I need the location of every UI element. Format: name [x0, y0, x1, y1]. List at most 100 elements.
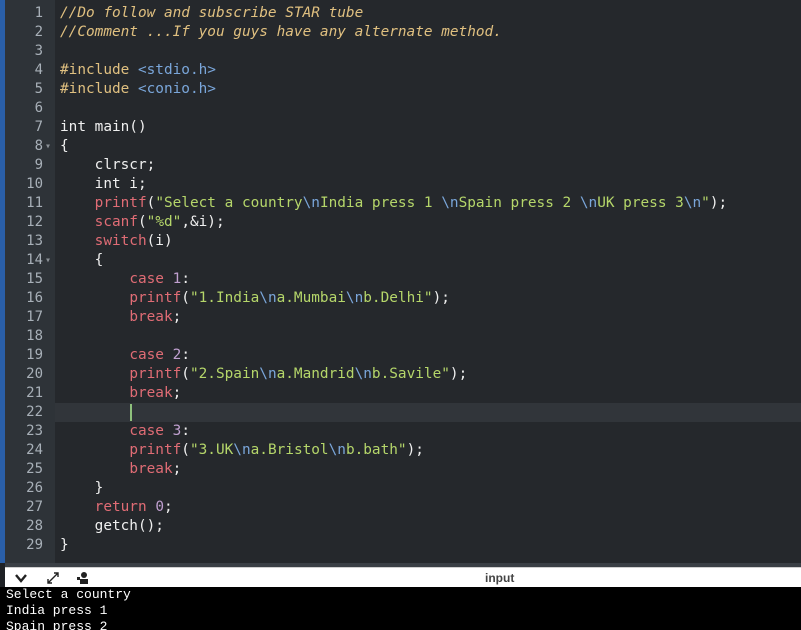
code-token: b.Savile" [371, 366, 450, 382]
code-token: break [129, 461, 173, 477]
code-token: printf [129, 442, 182, 458]
code-token: #include [60, 81, 138, 97]
line-number: 15 [26, 271, 43, 287]
io-panel-header: input [5, 567, 801, 588]
code-token: b.bath" [345, 442, 407, 458]
code-token: clrscr; [60, 157, 156, 173]
code-token: "Select a country [155, 195, 303, 211]
code-line: { [60, 251, 104, 270]
code-token: printf [129, 290, 182, 306]
code-token: \n [683, 195, 702, 211]
code-token: India press 1 [319, 195, 442, 211]
code-token: ,&i); [181, 214, 225, 230]
code-token: scanf [94, 214, 138, 230]
line-number: 2 [34, 24, 43, 40]
code-token: Spain press 2 [458, 195, 580, 211]
active-line-highlight [55, 403, 801, 422]
chevron-down-icon[interactable] [11, 569, 31, 587]
line-number: 7 [34, 119, 43, 135]
text-cursor [130, 404, 132, 421]
code-token: \n [233, 442, 251, 458]
expand-icon[interactable] [43, 569, 63, 587]
line-number: 5 [34, 81, 43, 97]
code-line: break; [60, 460, 181, 479]
line-number: 13 [26, 233, 43, 249]
code-token: "2.Spain [189, 366, 260, 382]
line-number: 22 [26, 404, 43, 420]
code-token: ); [709, 195, 728, 211]
code-line: printf("3.UK\na.Bristol\nb.bath"); [60, 441, 424, 460]
line-number: 26 [26, 480, 43, 496]
code-token: ); [432, 290, 450, 306]
code-token: ; [172, 385, 182, 401]
person-icon[interactable] [73, 569, 93, 587]
code-token: UK press 3 [597, 195, 684, 211]
code-token: \n [302, 195, 320, 211]
line-number: 21 [26, 385, 43, 401]
code-token: <conio.h> [137, 81, 216, 97]
code-token: printf [94, 195, 147, 211]
code-token: \n [345, 290, 364, 306]
code-token: : [181, 271, 190, 287]
code-line: break; [60, 384, 181, 403]
code-line: printf("1.India\na.Mumbai\nb.Delhi"); [60, 289, 450, 308]
code-line: printf("Select a country\nIndia press 1 … [60, 194, 728, 213]
code-token: ( [181, 442, 190, 458]
console-line: India press 1 [6, 603, 108, 618]
code-token: printf [129, 366, 182, 382]
code-token: case [129, 271, 164, 287]
code-line: case 3: [60, 422, 190, 441]
io-panel-title: input [485, 571, 515, 585]
code-line: scanf("%d",&i); [60, 213, 225, 232]
code-token: case [129, 347, 164, 363]
code-token: int i; [60, 176, 147, 192]
line-number: 20 [26, 366, 43, 382]
console-output: Select a country India press 1 Spain pre… [0, 587, 801, 630]
code-token: return [94, 499, 147, 515]
code-token: ); [449, 366, 468, 382]
code-token: "3.UK [189, 442, 234, 458]
code-token: //Comment ...If you guys have any altern… [60, 24, 502, 40]
line-number: 24 [26, 442, 43, 458]
code-token: \n [354, 366, 372, 382]
code-token: a.Mandrid [276, 366, 355, 382]
line-number: 27 [26, 499, 43, 515]
code-token: getch(); [60, 518, 164, 534]
code-line: break; [60, 308, 181, 327]
code-token: : [181, 347, 190, 363]
code-token: ; [163, 499, 173, 515]
code-line: } [60, 479, 104, 498]
line-number: 14 [26, 252, 43, 268]
code-token: <stdio.h> [137, 62, 216, 78]
line-number: 4 [34, 62, 43, 78]
code-token: 3 [172, 423, 182, 439]
line-number: 9 [34, 157, 43, 173]
code-token: "1.India [189, 290, 260, 306]
code-token: \n [259, 290, 277, 306]
fold-arrow-icon[interactable]: ▾ [45, 251, 55, 270]
line-number: 19 [26, 347, 43, 363]
code-line: clrscr; [60, 156, 156, 175]
code-line: printf("2.Spain\na.Mandrid\nb.Savile"); [60, 365, 467, 384]
code-token: " [701, 195, 710, 211]
code-line: int main() [60, 118, 147, 137]
line-number: 8 [34, 138, 43, 154]
line-number: 16 [26, 290, 43, 306]
code-token: \n [328, 442, 346, 458]
line-number: 18 [26, 328, 43, 344]
code-token: \n [259, 366, 277, 382]
code-token: b.Delhi" [363, 290, 433, 306]
code-token: ( [181, 366, 190, 382]
code-line: int i; [60, 175, 147, 194]
code-token: a.Mumbai [276, 290, 346, 306]
fold-arrow-icon[interactable]: ▾ [45, 137, 55, 156]
